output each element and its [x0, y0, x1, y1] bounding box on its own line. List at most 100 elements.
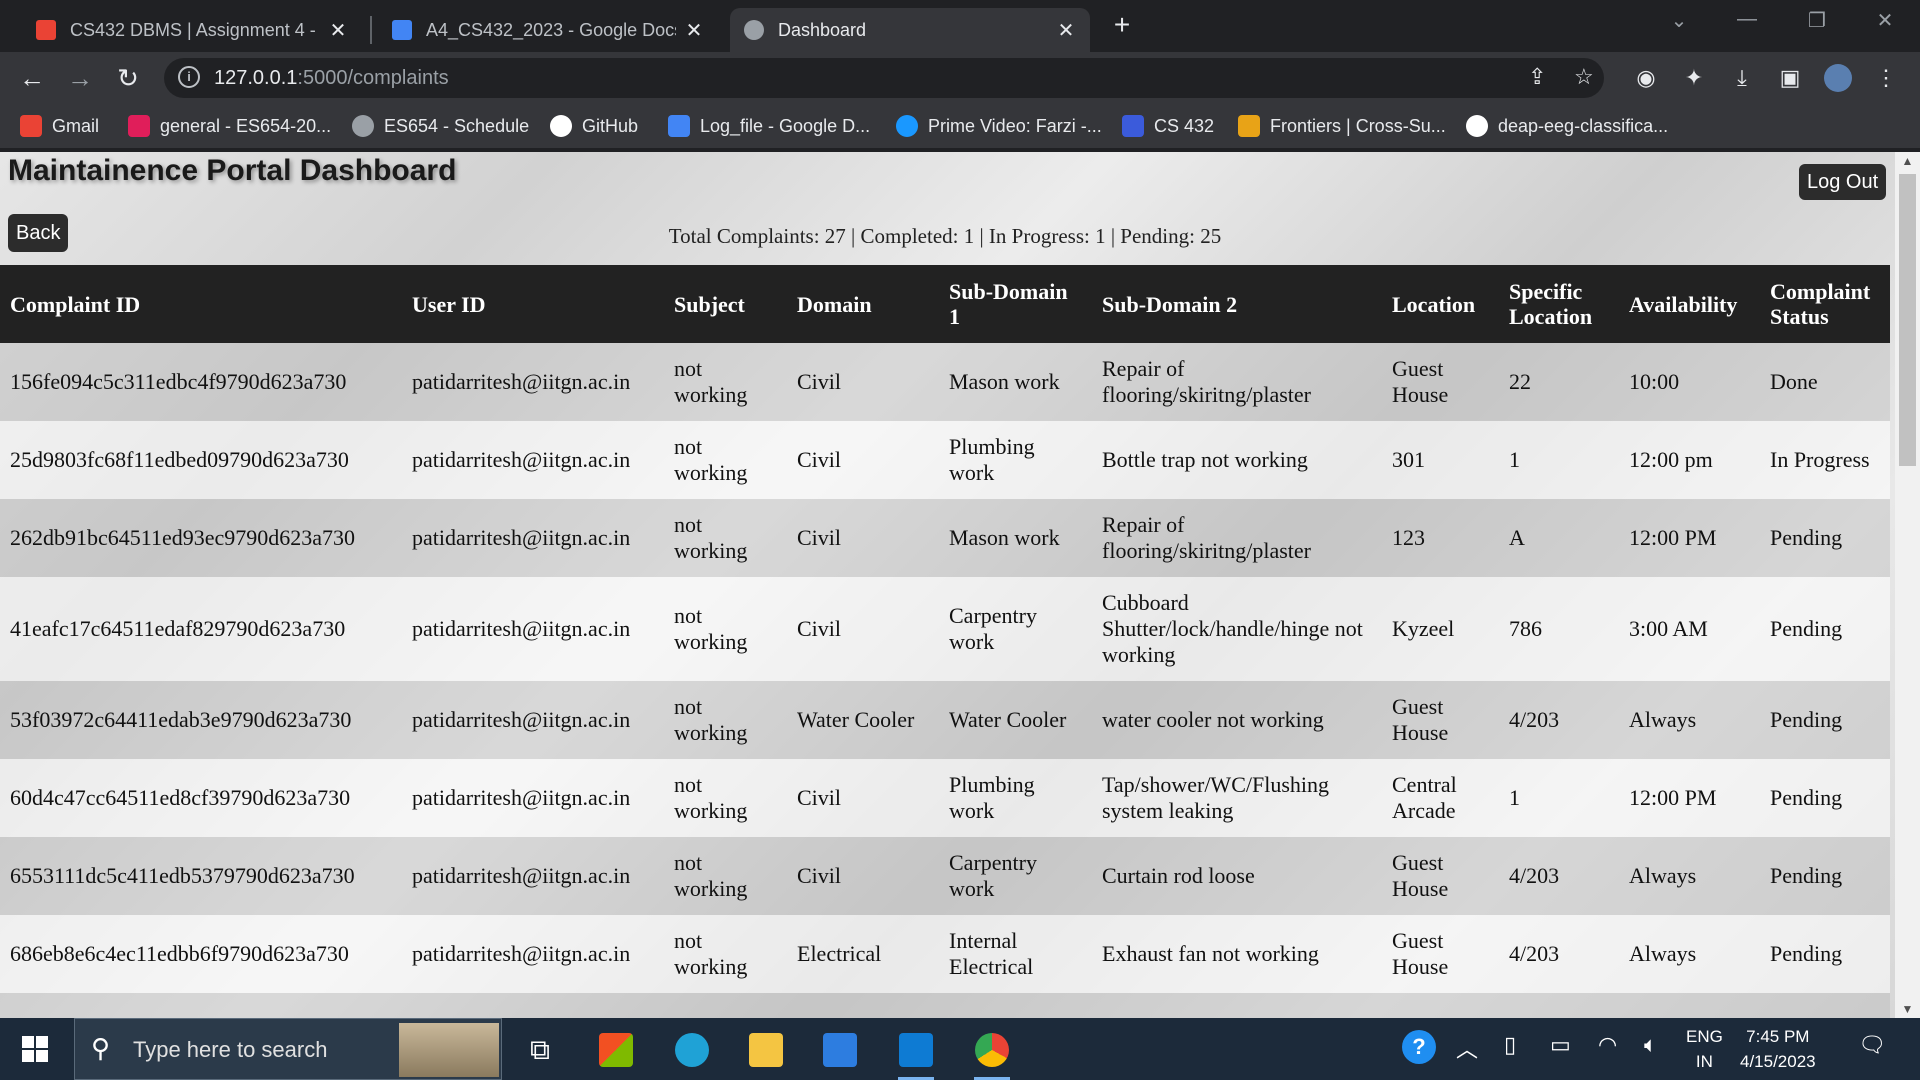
windows-start-icon[interactable] — [22, 1036, 48, 1062]
cell-availability: 12:00 PM — [1619, 499, 1760, 577]
cell-sub-domain-1: Carpentry work — [939, 837, 1092, 915]
cell-subject: not working — [664, 759, 787, 837]
cell-availability: 12:00 PM — [1619, 759, 1760, 837]
usb-icon[interactable]: ▯ — [1504, 1032, 1516, 1058]
tab-search-icon[interactable]: ⌄ — [1664, 8, 1694, 33]
table-header-row: Complaint ID User ID Subject Domain Sub-… — [0, 265, 1890, 343]
help-icon[interactable]: ? — [1402, 1030, 1436, 1064]
close-icon[interactable]: ✕ — [684, 18, 704, 43]
taskbar-clock[interactable]: 7:45 PM 4/15/2023 — [1740, 1024, 1816, 1074]
cell-complaint-id — [0, 993, 402, 1018]
minimize-icon[interactable]: — — [1732, 8, 1762, 31]
cell-availability: Always — [1619, 837, 1760, 915]
cell-user-id: patidarritesh@iitgn.ac.in — [402, 837, 664, 915]
menu-kebab-icon[interactable]: ⋮ — [1872, 64, 1900, 92]
bookmark-es654[interactable]: ES654 - Schedule — [352, 112, 529, 140]
scroll-up-icon[interactable]: ▲ — [1895, 152, 1920, 170]
cell-domain: Water Cooler — [787, 681, 939, 759]
cell-availability: Always — [1619, 915, 1760, 993]
extension-avatar-icon[interactable]: ◉ — [1632, 64, 1660, 92]
cell-domain: Civil — [787, 499, 939, 577]
bookmark-frontiers[interactable]: Frontiers | Cross-Su... — [1238, 112, 1446, 140]
bookmark-gmail[interactable]: Gmail — [20, 112, 99, 140]
cell-specific-location: 22 — [1499, 343, 1619, 421]
file-explorer-icon[interactable] — [738, 1028, 794, 1072]
share-icon[interactable]: ⇪ — [1528, 64, 1546, 90]
side-panel-icon[interactable]: ▣ — [1776, 64, 1804, 92]
bookmark-github[interactable]: GitHub — [550, 112, 638, 140]
cell-complaint-id: 25d9803fc68f11edbed09790d623a730 — [0, 421, 402, 499]
bookmark-log-file[interactable]: Log_file - Google D... — [668, 112, 870, 140]
table-row: 53f03972c64411edab3e9790d623a730 patidarr… — [0, 681, 1890, 759]
gmail-icon — [20, 115, 42, 137]
reload-icon[interactable]: ↻ — [112, 62, 144, 94]
cell-complaint-id: 686eb8e6c4ec11edbb6f9790d623a730 — [0, 915, 402, 993]
complaint-stats: Total Complaints: 27 | Completed: 1 | In… — [668, 224, 1222, 248]
mail-icon[interactable] — [812, 1028, 868, 1072]
cell-user-id: patidarritesh@iitgn.ac.in — [402, 343, 664, 421]
window-close-icon[interactable]: ✕ — [1870, 8, 1900, 33]
notifications-icon[interactable]: 🗨︎ — [1858, 1032, 1886, 1058]
scroll-down-icon[interactable]: ▼ — [1895, 1000, 1920, 1018]
taskbar-search-box[interactable]: ⚲ Type here to search — [74, 1018, 502, 1080]
volume-icon[interactable]: 🔈︎ — [1644, 1032, 1657, 1058]
bookmark-slack[interactable]: general - ES654-20... — [128, 112, 331, 140]
cell-domain: Electrical — [787, 915, 939, 993]
download-icon[interactable]: ⤓ — [1728, 64, 1756, 92]
cell-subject: not working — [664, 499, 787, 577]
logout-button[interactable]: Log Out — [1799, 164, 1887, 200]
slack-icon — [128, 115, 150, 137]
tab-google-docs[interactable]: A4_CS432_2023 - Google Docs ✕ — [378, 8, 718, 52]
cell-domain — [787, 993, 939, 1018]
bookmark-prime-video[interactable]: Prime Video: Farzi -... — [896, 112, 1102, 140]
battery-icon[interactable]: ▭ — [1550, 1032, 1571, 1058]
bookmark-deap-eeg[interactable]: deap-eeg-classifica... — [1466, 112, 1668, 140]
windows-taskbar: ⚲ Type here to search ⧉ ? ︿ ▯ ▭ ◠ 🔈︎ ENG… — [0, 1018, 1920, 1080]
cell-location: Central Arcade — [1382, 759, 1499, 837]
language-indicator[interactable]: ENG IN — [1686, 1024, 1723, 1074]
header-sub-domain-2: Sub-Domain 2 — [1092, 265, 1382, 343]
bookmark-cs432[interactable]: CS 432 — [1122, 112, 1214, 140]
classroom-icon — [1122, 115, 1144, 137]
restore-icon[interactable]: ❐ — [1802, 8, 1832, 33]
wifi-icon[interactable]: ◠ — [1598, 1032, 1617, 1058]
cell-sub-domain-1: Plumbing work — [939, 759, 1092, 837]
cell-complaint-status: Pending — [1760, 499, 1890, 577]
forward-arrow-icon[interactable]: → — [64, 62, 96, 94]
tab-divider — [370, 16, 372, 44]
puzzle-extensions-icon[interactable]: ✦ — [1680, 64, 1708, 92]
microsoft-store-icon[interactable] — [588, 1028, 644, 1072]
chrome-icon[interactable] — [964, 1028, 1020, 1080]
profile-avatar-icon[interactable] — [1824, 64, 1852, 92]
page-scrollbar[interactable]: ▲ ▼ — [1895, 152, 1920, 1018]
close-icon[interactable]: ✕ — [1056, 18, 1076, 43]
cell-user-id: patidarritesh@iitgn.ac.in — [402, 915, 664, 993]
browser-toolbar: ← → ↻ i 127.0.0.1:5000/complaints ⇪ ☆ ◉ … — [0, 52, 1920, 104]
gmail-icon — [36, 20, 56, 40]
tab-title: Dashboard — [778, 19, 867, 40]
edge-icon[interactable] — [664, 1028, 720, 1072]
cell-availability: 10:00 — [1619, 343, 1760, 421]
cell-sub-domain-2: Tap/shower/WC/Flushing system leaking — [1092, 759, 1382, 837]
url-text[interactable]: 127.0.0.1:5000/complaints — [214, 67, 449, 90]
search-highlight-image — [399, 1023, 499, 1077]
tab-title: A4_CS432_2023 - Google Docs — [426, 19, 676, 40]
task-view-icon[interactable]: ⧉ — [512, 1028, 568, 1072]
github-icon — [1466, 115, 1488, 137]
back-arrow-icon[interactable]: ← — [16, 62, 48, 94]
cell-complaint-status: Pending — [1760, 577, 1890, 681]
tab-title: CS432 DBMS | Assignment 4 - pa — [70, 19, 320, 40]
tray-chevron-up-icon[interactable]: ︿ — [1456, 1032, 1478, 1064]
address-bar[interactable]: i 127.0.0.1:5000/complaints ⇪ ☆ — [164, 58, 1604, 98]
cell-complaint-id: 156fe094c5c311edbc4f9790d623a730 — [0, 343, 402, 421]
vscode-icon[interactable] — [888, 1028, 944, 1080]
tab-gmail[interactable]: CS432 DBMS | Assignment 4 - pa ✕ — [22, 8, 362, 52]
tab-dashboard[interactable]: Dashboard ✕ — [730, 8, 1090, 52]
close-icon[interactable]: ✕ — [328, 18, 348, 43]
site-info-icon[interactable]: i — [178, 66, 200, 88]
new-tab-button[interactable]: + — [1108, 10, 1136, 40]
globe-icon — [352, 115, 374, 137]
back-button[interactable]: Back — [8, 214, 69, 252]
bookmark-star-icon[interactable]: ☆ — [1574, 64, 1594, 90]
scrollbar-thumb[interactable] — [1899, 174, 1916, 466]
